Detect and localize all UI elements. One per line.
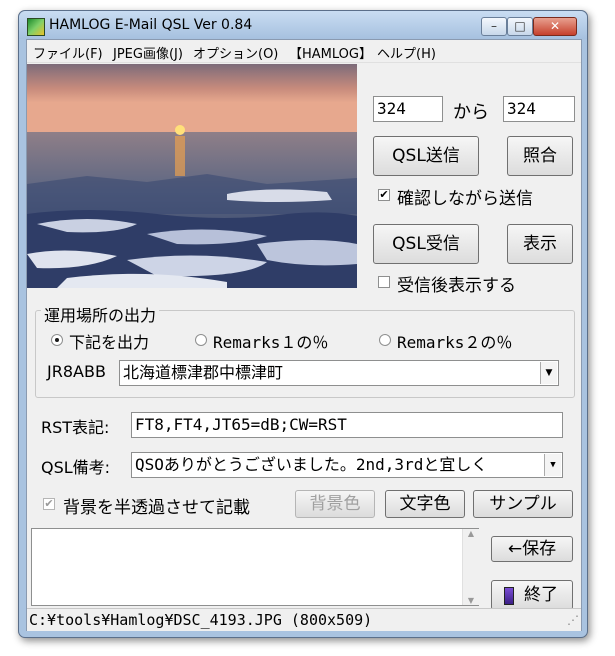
- radio-remarks1[interactable]: [195, 334, 207, 346]
- window-title: HAMLOG E-Mail QSL Ver 0.84: [49, 17, 253, 33]
- text-color-button[interactable]: 文字色: [385, 490, 465, 518]
- sample-button[interactable]: サンプル: [473, 490, 573, 518]
- radio-output-below[interactable]: [51, 334, 63, 346]
- show-after-receive-label: 受信後表示する: [397, 276, 516, 296]
- location-address-dropdown[interactable]: 北海道標津郡中標津町 ▼: [119, 360, 559, 386]
- display-button[interactable]: 表示: [507, 224, 573, 264]
- range-to-input[interactable]: 324: [503, 96, 575, 122]
- app-icon: [27, 18, 45, 36]
- radio-remarks1-label: Remarks１の％: [213, 333, 329, 352]
- radio-output-below-label: 下記を出力: [69, 333, 150, 352]
- menu-bar: ファイル(F) JPEG画像(J) オプション(O) 【HAMLOG】 ヘルプ(…: [27, 40, 581, 63]
- menu-jpeg[interactable]: JPEG画像(J): [113, 43, 183, 62]
- radio-remarks2-label: Remarks２の％: [397, 333, 513, 352]
- semi-transparent-label: 背景を半透過させて記載: [63, 498, 250, 518]
- background-color-button[interactable]: 背景色: [295, 490, 375, 518]
- show-after-receive-checkbox[interactable]: [378, 276, 390, 288]
- scroll-down-icon[interactable]: ▼: [463, 596, 479, 605]
- title-bar[interactable]: HAMLOG E-Mail QSL Ver 0.84 – □ ✕: [19, 11, 587, 39]
- qsl-note-label: QSL備考:: [41, 458, 111, 477]
- chevron-down-icon[interactable]: ▼: [544, 454, 561, 476]
- menu-file[interactable]: ファイル(F): [33, 43, 103, 62]
- location-group-title: 運用場所の出力: [41, 302, 160, 326]
- minimize-button[interactable]: –: [481, 17, 507, 36]
- menu-hamlog[interactable]: 【HAMLOG】: [289, 43, 372, 62]
- rst-label: RST表記:: [41, 418, 110, 437]
- memo-textarea[interactable]: [31, 528, 479, 606]
- callsign-label: JR8ABB: [47, 362, 106, 381]
- qsl-note-value: QSOありがとうございました。2nd,3rdと宜しく: [135, 455, 488, 474]
- memo-scrollbar[interactable]: ▲ ▼: [462, 529, 479, 605]
- chevron-down-icon[interactable]: ▼: [540, 362, 557, 384]
- menu-options[interactable]: オプション(O): [193, 43, 278, 62]
- qsl-receive-button[interactable]: QSL受信: [373, 224, 479, 264]
- exit-button[interactable]: 終了: [491, 580, 573, 610]
- maximize-button[interactable]: □: [507, 17, 533, 36]
- client-area: ファイル(F) JPEG画像(J) オプション(O) 【HAMLOG】 ヘルプ(…: [26, 39, 582, 631]
- save-button[interactable]: ←保存: [491, 536, 573, 562]
- door-icon: [504, 587, 514, 605]
- exit-label: 終了: [524, 585, 558, 605]
- rst-input[interactable]: FT8,FT4,JT65=dB;CW=RST: [131, 412, 563, 438]
- qsl-send-button[interactable]: QSL送信: [373, 136, 479, 176]
- location-address-value: 北海道標津郡中標津町: [123, 363, 284, 382]
- scroll-up-icon[interactable]: ▲: [463, 529, 479, 538]
- range-from-label: から: [453, 102, 489, 123]
- app-window: HAMLOG E-Mail QSL Ver 0.84 – □ ✕ ファイル(F)…: [18, 10, 588, 638]
- radio-remarks2[interactable]: [379, 334, 391, 346]
- qsl-note-dropdown[interactable]: QSOありがとうございました。2nd,3rdと宜しく ▼: [131, 452, 563, 478]
- resize-grip-icon[interactable]: ⋰: [567, 613, 579, 627]
- confirm-send-checkbox[interactable]: ✔: [378, 189, 390, 201]
- status-bar: C:¥tools¥Hamlog¥DSC_4193.JPG (800x509) ⋰: [27, 608, 581, 631]
- range-from-input[interactable]: 324: [373, 96, 443, 122]
- lookup-button[interactable]: 照合: [507, 136, 573, 176]
- status-file-path: C:¥tools¥Hamlog¥DSC_4193.JPG (800x509): [29, 611, 373, 629]
- semi-transparent-checkbox[interactable]: ✔: [43, 498, 55, 510]
- close-button[interactable]: ✕: [533, 17, 577, 36]
- qsl-background-image: [27, 64, 357, 288]
- menu-help[interactable]: ヘルプ(H): [377, 43, 436, 62]
- confirm-send-label: 確認しながら送信: [397, 189, 533, 209]
